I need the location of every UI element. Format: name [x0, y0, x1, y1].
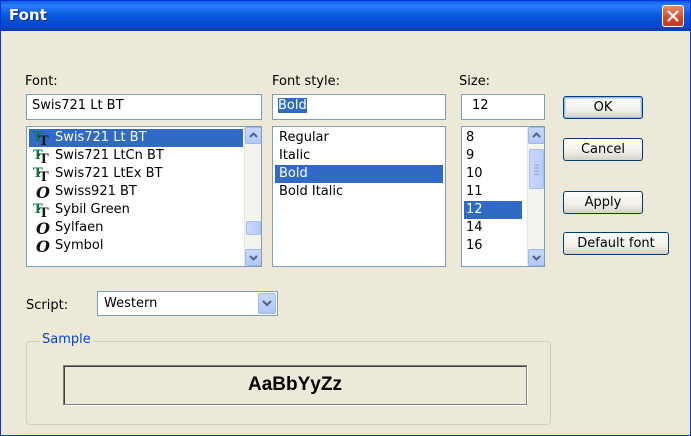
- list-item[interactable]: 14: [464, 219, 522, 237]
- chevron-up-icon: [532, 132, 541, 138]
- title-bar[interactable]: Font: [1, 1, 690, 31]
- truetype-icon: TT: [33, 129, 51, 149]
- script-select[interactable]: Western: [97, 291, 278, 316]
- list-item-label: 12: [466, 202, 483, 217]
- list-item[interactable]: 8: [464, 129, 522, 147]
- font-style-input-value: Bold: [278, 98, 307, 113]
- size-label: Size:: [459, 74, 491, 89]
- list-item[interactable]: O Swiss921 BT: [29, 183, 243, 202]
- font-list-items: T T Swis721 Lt BT T T Swis721 LtCn BT T T Swis72…: [29, 129, 243, 256]
- sample-preview: AaBbYyZz: [63, 365, 527, 405]
- list-item-label: 14: [466, 220, 483, 235]
- list-item-label: Swis721 LtEx BT: [55, 166, 163, 181]
- svg-text:T: T: [39, 152, 49, 165]
- scroll-thumb[interactable]: [246, 221, 261, 235]
- scroll-up-button[interactable]: [528, 127, 544, 144]
- list-item[interactable]: 12: [464, 201, 522, 219]
- truetype-icon: TT: [33, 165, 51, 185]
- font-style-label: Font style:: [272, 74, 340, 89]
- list-item-label: Italic: [279, 148, 311, 163]
- list-item-label: Swis721 Lt BT: [55, 130, 147, 145]
- list-item-label: Bold Italic: [279, 184, 344, 199]
- list-item[interactable]: 16: [464, 237, 522, 255]
- font-list[interactable]: T T Swis721 Lt BT T T Swis721 LtCn BT T T Swis72…: [26, 126, 262, 267]
- chevron-down-icon: [249, 255, 258, 261]
- window-title: Font: [9, 6, 47, 24]
- list-item[interactable]: T T Swis721 LtEx BT: [29, 165, 243, 185]
- list-item-label: 8: [466, 130, 475, 145]
- list-item-label: Symbol: [55, 238, 104, 253]
- list-item[interactable]: 10: [464, 165, 522, 183]
- close-icon: [667, 10, 679, 22]
- font-label: Font:: [25, 74, 58, 89]
- font-style-list[interactable]: Regular Italic Bold Bold Italic: [272, 126, 446, 267]
- list-item[interactable]: Bold Italic: [275, 183, 443, 201]
- cancel-button[interactable]: Cancel: [563, 138, 643, 161]
- list-item[interactable]: O Symbol: [29, 237, 243, 256]
- opentype-icon: O: [33, 237, 51, 256]
- list-item-label: 10: [466, 166, 483, 181]
- svg-text:O: O: [36, 219, 50, 237]
- chevron-down-icon: [532, 255, 541, 261]
- opentype-icon: O: [33, 219, 51, 238]
- list-item[interactable]: T T Sybil Green: [29, 201, 243, 221]
- svg-text:O: O: [36, 237, 50, 255]
- scroll-thumb[interactable]: [529, 149, 544, 189]
- list-item[interactable]: T T Swis721 LtCn BT: [29, 147, 243, 167]
- sample-group-title: Sample: [40, 332, 93, 347]
- script-dropdown-button[interactable]: [258, 293, 276, 314]
- list-item-label: Swiss921 BT: [55, 184, 137, 199]
- script-label: Script:: [26, 298, 69, 313]
- default-font-button[interactable]: Default font: [563, 232, 669, 255]
- list-item-label: Regular: [279, 130, 329, 145]
- size-list-scrollbar[interactable]: [527, 127, 544, 266]
- font-name-input[interactable]: Swis721 Lt BT: [26, 94, 262, 120]
- svg-text:T: T: [39, 134, 49, 147]
- chevron-up-icon: [249, 132, 258, 138]
- scroll-up-button[interactable]: [245, 127, 261, 144]
- opentype-icon: O: [33, 183, 51, 202]
- close-button[interactable]: [662, 5, 684, 27]
- grip-icon: [534, 164, 539, 175]
- list-item[interactable]: 11: [464, 183, 522, 201]
- font-style-list-items: Regular Italic Bold Bold Italic: [275, 129, 443, 201]
- apply-button[interactable]: Apply: [563, 191, 643, 214]
- truetype-icon: TT: [33, 147, 51, 167]
- list-item[interactable]: O Sylfaen: [29, 219, 243, 238]
- font-style-input[interactable]: Bold: [272, 94, 446, 120]
- svg-text:T: T: [39, 206, 49, 219]
- truetype-icon: TT: [33, 201, 51, 221]
- font-size-input[interactable]: 12: [461, 94, 545, 120]
- list-item[interactable]: 9: [464, 147, 522, 165]
- scroll-down-button[interactable]: [245, 249, 261, 266]
- list-item[interactable]: Bold: [275, 165, 443, 183]
- size-list-items: 8 9 10 11 12 14 16: [464, 129, 522, 255]
- font-dialog: Font Font: Font style: Size: Swis721 Lt …: [0, 0, 691, 436]
- list-item-label: Bold: [279, 166, 308, 181]
- size-list[interactable]: 8 9 10 11 12 14 16: [461, 126, 545, 267]
- svg-text:O: O: [36, 183, 50, 201]
- list-item[interactable]: Regular: [275, 129, 443, 147]
- font-list-scrollbar[interactable]: [244, 127, 261, 266]
- svg-text:T: T: [39, 170, 49, 183]
- script-select-value: Western: [104, 296, 158, 311]
- list-item[interactable]: T T Swis721 Lt BT: [29, 129, 243, 149]
- chevron-down-icon: [262, 300, 272, 307]
- list-item-label: 16: [466, 238, 483, 253]
- list-item-label: Sylfaen: [55, 220, 104, 235]
- list-item-label: Swis721 LtCn BT: [55, 148, 164, 163]
- list-item[interactable]: Italic: [275, 147, 443, 165]
- ok-button[interactable]: OK: [563, 96, 643, 119]
- list-item-label: 11: [466, 184, 483, 199]
- list-item-label: 9: [466, 148, 475, 163]
- sample-text: AaBbYyZz: [248, 374, 342, 395]
- dialog-body: Font: Font style: Size: Swis721 Lt BT Bo…: [4, 31, 687, 432]
- list-item-label: Sybil Green: [55, 202, 130, 217]
- scroll-down-button[interactable]: [528, 249, 544, 266]
